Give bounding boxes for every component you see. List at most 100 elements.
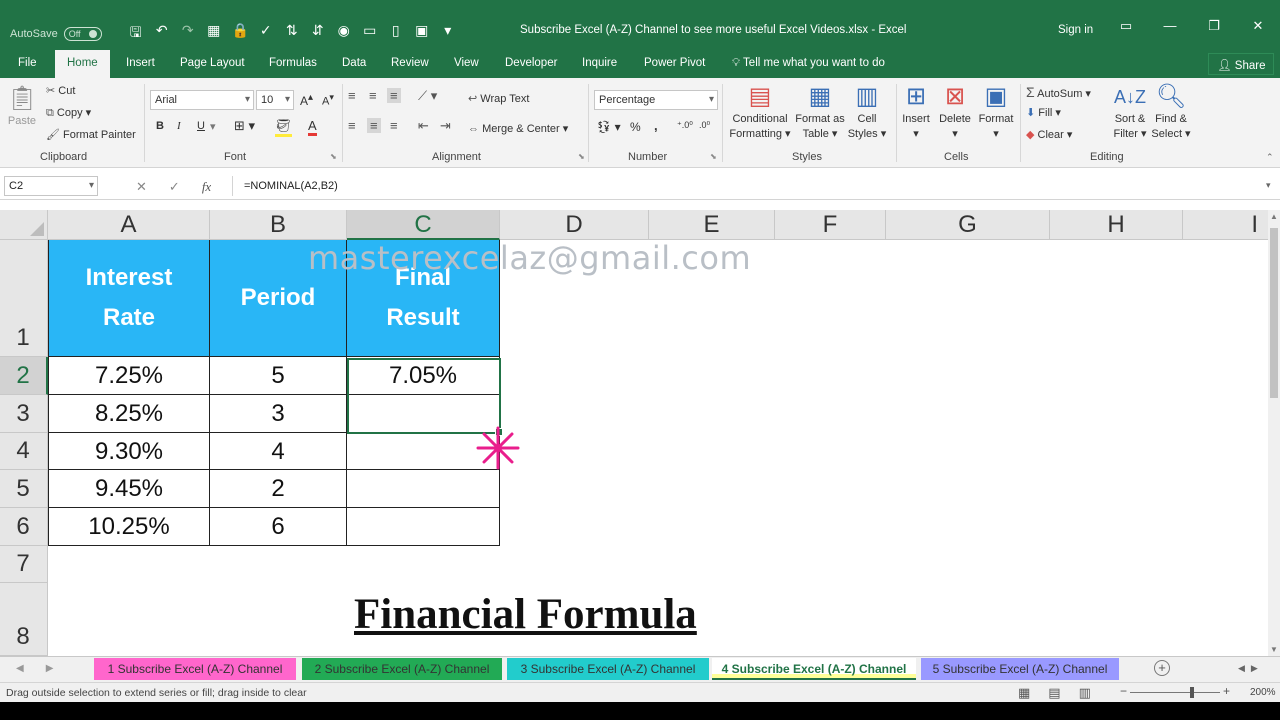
cell-b5[interactable]: 2 <box>210 470 347 508</box>
find-select-button[interactable]: 🔍︎ Find & Select ▾ <box>1150 82 1192 142</box>
zoom-level[interactable]: 200% <box>1250 687 1276 698</box>
tab-file[interactable]: File <box>18 57 37 69</box>
autosave-toggle[interactable]: Off <box>63 27 102 41</box>
cell-c6[interactable] <box>347 508 500 546</box>
vertical-scrollbar[interactable]: ▲ ▼ <box>1268 210 1280 656</box>
delete-cells-button[interactable]: ⊠ Delete ▾ <box>936 82 974 142</box>
column-header-f[interactable]: F <box>775 210 886 240</box>
sheet-tab-5[interactable]: 5 Subscribe Excel (A-Z) Channel <box>921 658 1119 680</box>
normal-view-icon[interactable]: ▦ <box>1018 685 1030 701</box>
row-header-1[interactable]: 1 <box>0 240 48 357</box>
scroll-left-icon[interactable]: ◀ <box>1238 663 1245 674</box>
insert-function-button[interactable]: fx <box>202 179 211 195</box>
tab-home[interactable]: Home <box>55 50 110 78</box>
increase-decimal-icon[interactable]: ⁺.0⁰ <box>677 120 693 131</box>
zoom-out-icon[interactable]: − <box>1120 684 1127 698</box>
insert-cells-button[interactable]: ⊞ Insert ▾ <box>898 82 934 142</box>
column-header-c[interactable]: C <box>347 210 500 240</box>
align-left-icon[interactable]: ≡ <box>348 118 356 133</box>
row-header-4[interactable]: 4 <box>0 433 48 470</box>
ribbon-display-icon[interactable]: ▭ <box>1104 18 1148 34</box>
autosum-button[interactable]: Σ AutoSum ▾ <box>1026 84 1091 100</box>
share-button[interactable]: 👤︎ Share <box>1208 53 1275 75</box>
align-center-icon[interactable]: ≡ <box>367 118 381 133</box>
alignment-dialog-launcher-icon[interactable]: ⬊ <box>578 152 585 161</box>
cancel-icon[interactable]: ✕ <box>136 179 147 195</box>
row-header-7[interactable]: 7 <box>0 546 48 583</box>
sort-descending-icon[interactable]: ⇵ <box>310 22 326 46</box>
row-header-2[interactable]: 2 <box>0 357 48 395</box>
paste-button[interactable]: 📋︎ Paste <box>6 84 38 129</box>
column-header-h[interactable]: H <box>1050 210 1183 240</box>
previous-sheet-icon[interactable]: ◀ <box>16 663 24 674</box>
cell-a6[interactable]: 10.25% <box>48 508 210 546</box>
column-header-g[interactable]: G <box>886 210 1050 240</box>
borders-icon[interactable]: ⊞ ▾ <box>234 118 255 134</box>
bold-button[interactable]: B <box>156 120 164 132</box>
header-cell-interest-rate[interactable]: Interest Rate <box>48 240 210 357</box>
percent-style-button[interactable]: % <box>630 120 641 134</box>
row-header-8[interactable]: 8 <box>0 583 48 656</box>
column-header-a[interactable]: A <box>48 210 210 240</box>
select-all-button[interactable] <box>0 210 48 240</box>
accounting-format-icon[interactable]: 💱︎ ▾ <box>596 120 621 134</box>
camera-icon[interactable]: ◉ <box>336 22 352 46</box>
cut-button[interactable]: ✂ Cut <box>46 84 75 97</box>
cell-b4[interactable]: 4 <box>210 433 347 470</box>
page-break-view-icon[interactable]: ▥ <box>1079 685 1091 701</box>
close-icon[interactable]: ✕ <box>1236 18 1280 34</box>
scroll-down-icon[interactable]: ▼ <box>1268 645 1280 654</box>
name-box[interactable]: C2 <box>4 176 98 196</box>
number-format-select[interactable]: Percentage <box>594 90 718 110</box>
row-header-6[interactable]: 6 <box>0 508 48 546</box>
zoom-slider[interactable]: − + <box>1120 684 1230 699</box>
expand-formula-bar-icon[interactable]: ▾ <box>1266 180 1271 191</box>
next-sheet-icon[interactable]: ▶ <box>46 663 54 674</box>
underline-dropdown-icon[interactable]: ▾ <box>210 120 216 133</box>
conditional-formatting-button[interactable]: ▤ Conditional Formatting ▾ <box>726 82 794 142</box>
sheet-tab-1[interactable]: 1 Subscribe Excel (A-Z) Channel <box>94 658 296 680</box>
number-dialog-launcher-icon[interactable]: ⬊ <box>710 152 717 161</box>
italic-button[interactable]: I <box>177 120 181 132</box>
decrease-indent-icon[interactable]: ⇤ <box>418 118 429 134</box>
align-bottom-icon[interactable]: ≡ <box>387 88 401 103</box>
wrap-text-button[interactable]: ↩ Wrap Text <box>468 92 529 105</box>
merge-center-button[interactable]: ⇔ Merge & Center ▾ <box>468 122 568 135</box>
decrease-decimal-icon[interactable]: .0⁰ <box>699 120 710 131</box>
cell-b2[interactable]: 5 <box>210 357 347 395</box>
align-top-icon[interactable]: ≡ <box>348 88 356 103</box>
tell-me-box[interactable]: 💡︎ Tell me what you want to do <box>732 57 885 70</box>
zoom-slider-knob[interactable] <box>1190 687 1194 698</box>
sign-in-link[interactable]: Sign in <box>1058 24 1093 36</box>
zoom-in-icon[interactable]: + <box>1223 684 1230 698</box>
column-header-i[interactable]: I <box>1183 210 1268 240</box>
orientation-icon[interactable]: ⟋ ▾ <box>418 88 437 104</box>
cell-styles-button[interactable]: ▥ Cell Styles ▾ <box>846 82 888 142</box>
print-preview-icon[interactable]: ▣ <box>414 22 430 46</box>
cell-a2[interactable]: 7.25% <box>48 357 210 395</box>
cell-b3[interactable]: 3 <box>210 395 347 433</box>
new-file-icon[interactable]: ▯ <box>388 22 404 46</box>
sort-filter-button[interactable]: A↓Z Sort & Filter ▾ <box>1110 82 1150 142</box>
spelling-icon[interactable]: ✓ <box>258 22 274 46</box>
sheet-tab-4[interactable]: 4 Subscribe Excel (A-Z) Channel <box>712 658 916 680</box>
sheet-tab-2[interactable]: 2 Subscribe Excel (A-Z) Channel <box>302 658 502 680</box>
tab-inquire[interactable]: Inquire <box>582 57 617 69</box>
enter-icon[interactable]: ✓ <box>169 179 180 195</box>
customize-qat-icon[interactable]: ▾ <box>440 22 456 46</box>
page-layout-view-icon[interactable]: ▤ <box>1048 685 1060 701</box>
font-name-select[interactable]: Arial <box>150 90 254 110</box>
underline-button[interactable]: U <box>197 120 205 132</box>
redo-icon[interactable]: ↷ <box>180 22 196 46</box>
font-color-icon[interactable]: A <box>308 118 317 136</box>
copy-button[interactable]: ⧉ Copy ▾ <box>46 106 91 120</box>
comma-style-button[interactable]: , <box>654 118 658 133</box>
row-header-3[interactable]: 3 <box>0 395 48 433</box>
grow-font-icon[interactable]: A▴ <box>300 92 313 108</box>
format-cells-button[interactable]: ▣ Format ▾ <box>976 82 1016 142</box>
tab-formulas[interactable]: Formulas <box>269 57 317 69</box>
tab-view[interactable]: View <box>454 57 479 69</box>
minimize-icon[interactable]: — <box>1148 18 1192 34</box>
tab-power-pivot[interactable]: Power Pivot <box>644 57 705 69</box>
formula-input[interactable]: =NOMINAL(A2,B2) <box>244 180 338 192</box>
